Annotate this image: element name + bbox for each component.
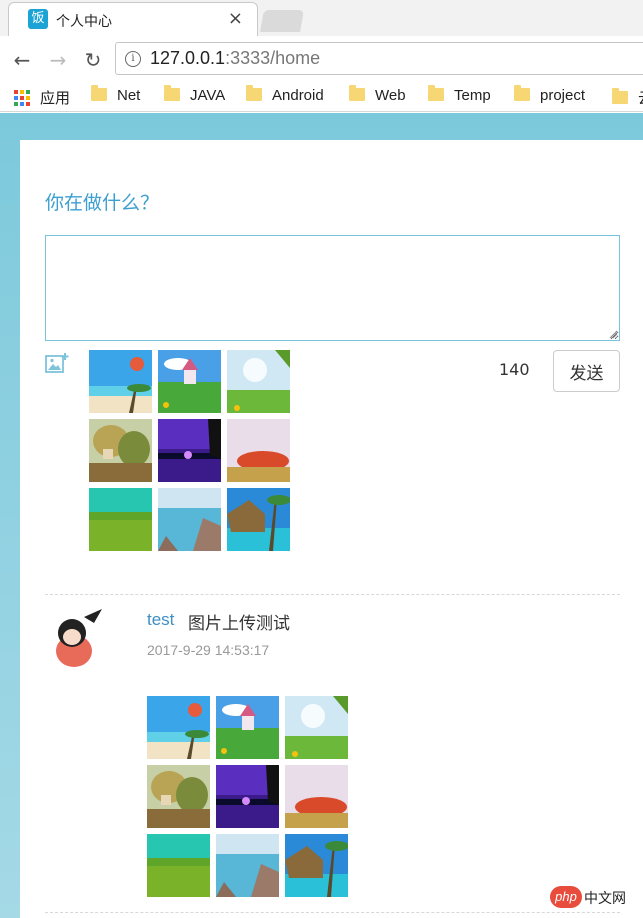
url-path: :3333/home (225, 48, 321, 68)
site-watermark: php 中文网 (550, 886, 638, 910)
post-image[interactable] (285, 834, 348, 897)
upload-thumbnail[interactable] (158, 488, 221, 551)
bookmark-project[interactable]: project (514, 85, 586, 104)
close-tab-icon[interactable]: × (228, 8, 243, 29)
bookmark-label: Android (272, 87, 324, 104)
feed-divider (45, 594, 620, 595)
site-favicon: 饭 (28, 9, 48, 29)
bookmark-net[interactable]: Net (91, 85, 141, 104)
bookmarks-bar: 应用 Net JAVA Android Web Temp project 云 (0, 80, 643, 112)
add-image-icon[interactable] (45, 352, 69, 374)
folder-icon (514, 85, 530, 101)
browser-tab[interactable]: 饭 个人中心 × (8, 2, 258, 36)
post-text: 图片上传测试 (188, 614, 290, 634)
folder-icon (164, 85, 180, 101)
post-timestamp: 2017-9-29 14:53:17 (147, 642, 270, 658)
bookmark-label: Net (117, 87, 141, 104)
bookmark-label: 应用 (40, 90, 71, 107)
feed-divider (45, 912, 620, 913)
bookmark-label: 云 (638, 90, 643, 107)
char-counter: 140 (499, 360, 530, 379)
bookmark-label: Web (375, 87, 406, 104)
avatar[interactable] (46, 605, 108, 671)
info-icon[interactable]: i (125, 51, 141, 67)
post-image[interactable] (147, 765, 210, 828)
bookmark-label: project (540, 87, 586, 104)
upload-thumbnail[interactable] (89, 419, 152, 482)
address-bar[interactable]: i 127.0.0.1:3333/home (115, 42, 643, 75)
bookmark-label: JAVA (190, 87, 226, 104)
forward-arrow-icon[interactable]: → (47, 48, 69, 72)
post-image[interactable] (147, 696, 210, 759)
status-textarea[interactable] (45, 235, 620, 341)
url-text[interactable]: 127.0.0.1:3333/home (150, 48, 320, 69)
bookmark-cloud[interactable]: 云 (612, 87, 643, 108)
post-image[interactable] (285, 696, 348, 759)
tab-title: 个人中心 (56, 14, 112, 30)
compose-prompt: 你在做什么？ (45, 192, 160, 214)
upload-thumbnail[interactable] (89, 488, 152, 551)
bookmark-label: Temp (454, 87, 491, 104)
url-host: 127.0.0.1 (150, 48, 226, 68)
back-arrow-icon[interactable]: ← (11, 48, 33, 72)
folder-icon (612, 88, 628, 104)
bookmark-temp[interactable]: Temp (428, 85, 491, 104)
upload-thumbnail[interactable] (227, 488, 290, 551)
post-username[interactable]: test (147, 610, 174, 630)
folder-icon (246, 85, 262, 101)
bookmark-web[interactable]: Web (349, 85, 406, 104)
browser-toolbar: ← → ↻ i 127.0.0.1:3333/home (0, 36, 643, 80)
bookmark-android[interactable]: Android (246, 85, 324, 104)
bookmark-java[interactable]: JAVA (164, 85, 226, 104)
reload-icon[interactable]: ↻ (82, 48, 104, 72)
tab-strip: 饭 个人中心 × (0, 0, 643, 36)
send-button[interactable]: 发送 (553, 350, 620, 392)
upload-thumbnail[interactable] (158, 350, 221, 413)
apps-grid-icon (14, 90, 30, 106)
upload-thumbnail[interactable] (227, 419, 290, 482)
post-image[interactable] (216, 834, 279, 897)
php-logo-icon: php (550, 886, 582, 908)
folder-icon (91, 85, 107, 101)
folder-icon (428, 85, 444, 101)
folder-icon (349, 85, 365, 101)
post-image[interactable] (216, 696, 279, 759)
post-image[interactable] (285, 765, 348, 828)
resize-handle-icon[interactable] (608, 329, 618, 339)
post-image[interactable] (147, 834, 210, 897)
upload-thumbnail[interactable] (227, 350, 290, 413)
post-image[interactable] (216, 765, 279, 828)
bookmark-apps[interactable]: 应用 (14, 87, 70, 108)
watermark-text: 中文网 (584, 891, 626, 907)
new-tab-button[interactable] (260, 10, 304, 32)
upload-thumbnail[interactable] (158, 419, 221, 482)
upload-thumbnail[interactable] (89, 350, 152, 413)
